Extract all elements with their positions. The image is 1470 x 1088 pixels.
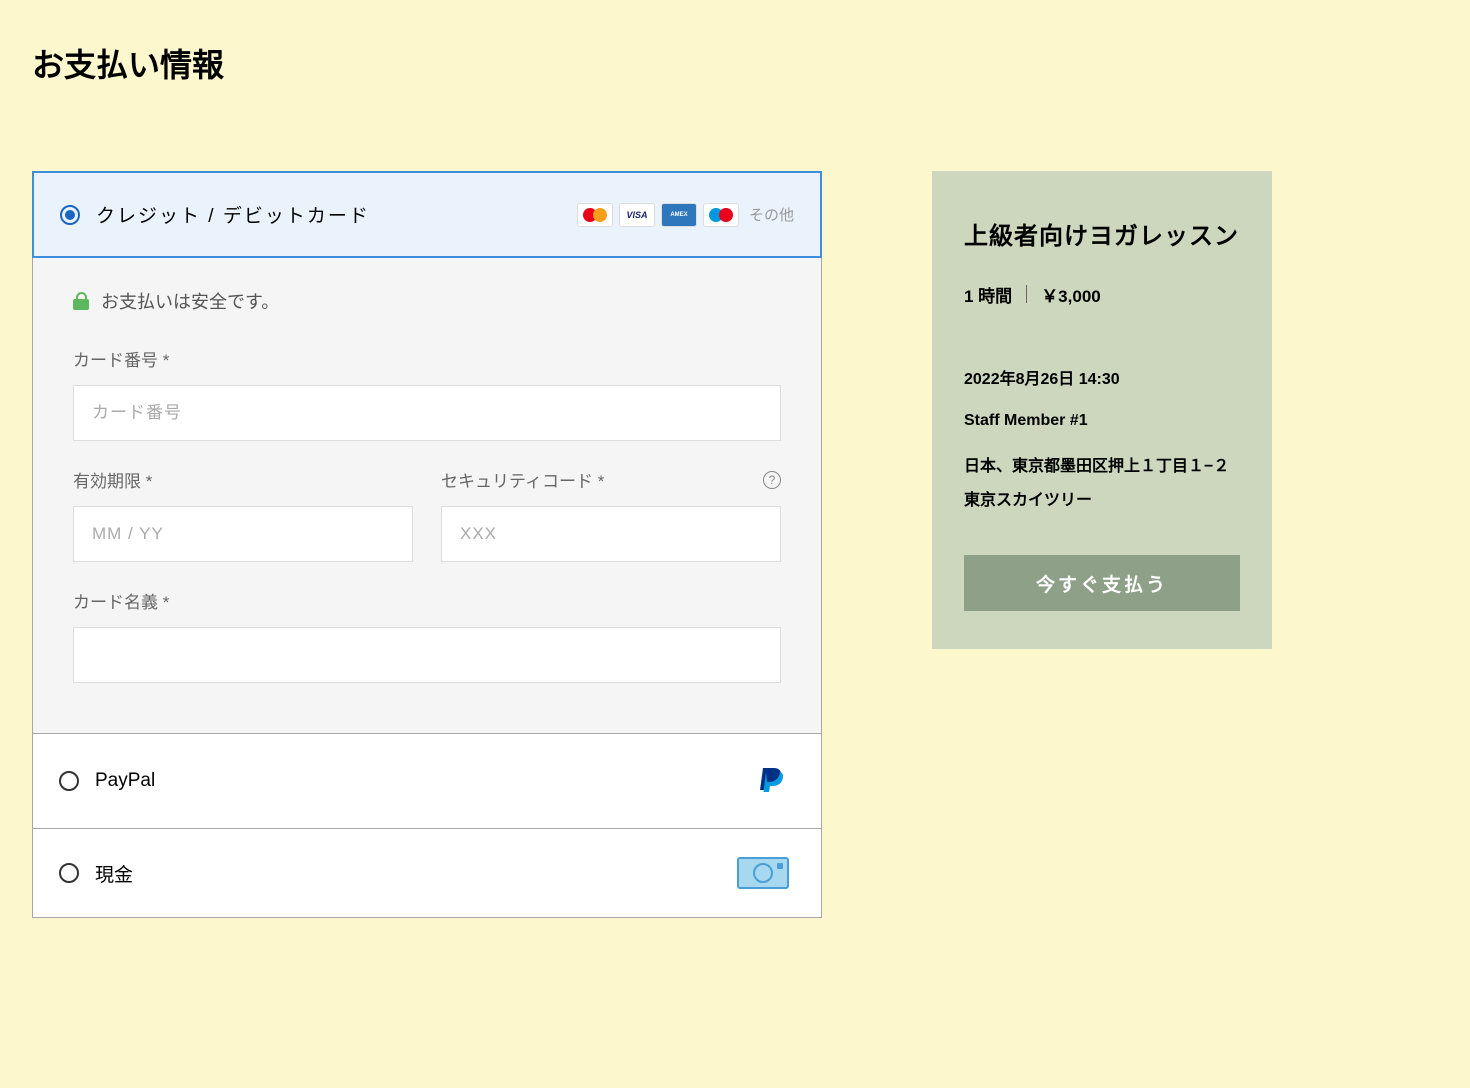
page-title: お支払い情報 <box>32 40 1438 86</box>
expiry-input[interactable] <box>73 506 413 562</box>
cvc-col: セキュリティコード * ? <box>441 467 781 588</box>
cash-radio-label: 現金 <box>59 860 133 887</box>
cash-icon <box>737 857 789 889</box>
credit-card-radio-label: クレジット / デビットカード <box>60 201 370 228</box>
mastercard-icon <box>577 203 613 227</box>
credit-card-label: クレジット / デビットカード <box>96 201 370 228</box>
summary-duration: 1 時間 <box>964 282 1012 307</box>
cvc-label-row: セキュリティコード * ? <box>441 467 781 492</box>
lock-icon <box>73 292 89 310</box>
payment-option-credit-card[interactable]: クレジット / デビットカード VISA AMEX その他 <box>32 171 822 258</box>
other-cards-label: その他 <box>749 204 794 225</box>
paypal-radio-label: PayPal <box>59 770 155 792</box>
credit-card-form: お支払いは安全です。 カード番号 * 有効期限 * セキュリティコード * ? <box>32 258 822 734</box>
order-summary-panel: 上級者向けヨガレッスン 1 時間 ￥3,000 2022年8月26日 14:30… <box>932 171 1272 649</box>
payment-option-cash[interactable]: 現金 <box>32 829 822 918</box>
credit-card-header[interactable]: クレジット / デビットカード VISA AMEX その他 <box>34 173 820 256</box>
paypal-radio[interactable] <box>59 771 79 791</box>
card-number-input[interactable] <box>73 385 781 441</box>
visa-icon: VISA <box>619 203 655 227</box>
card-brand-icons: VISA AMEX その他 <box>577 203 794 227</box>
summary-datetime: 2022年8月26日 14:30 <box>964 367 1240 393</box>
expiry-label: 有効期限 * <box>73 467 413 492</box>
summary-address: 日本、東京都墨田区押上１丁目１−２ 東京スカイツリー <box>964 450 1240 517</box>
amex-icon: AMEX <box>661 203 697 227</box>
paypal-icon <box>751 762 789 800</box>
main-container: クレジット / デビットカード VISA AMEX その他 お支払いは安全です。… <box>32 171 1438 918</box>
pay-now-button[interactable]: 今すぐ支払う <box>964 555 1240 611</box>
card-name-input[interactable] <box>73 627 781 683</box>
summary-meta: 1 時間 ￥3,000 <box>964 282 1240 307</box>
summary-divider <box>1026 285 1027 303</box>
paypal-header[interactable]: PayPal <box>33 734 821 828</box>
summary-staff: Staff Member #1 <box>964 408 1240 434</box>
expiry-cvc-row: 有効期限 * セキュリティコード * ? <box>73 467 781 588</box>
paypal-label: PayPal <box>95 770 155 792</box>
secure-text: お支払いは安全です。 <box>101 288 279 314</box>
cvc-label: セキュリティコード * <box>441 467 604 492</box>
secure-notice: お支払いは安全です。 <box>73 288 781 314</box>
cvc-help-icon[interactable]: ? <box>763 471 781 489</box>
payment-methods-panel: クレジット / デビットカード VISA AMEX その他 お支払いは安全です。… <box>32 171 822 918</box>
credit-card-radio[interactable] <box>60 205 80 225</box>
payment-option-paypal[interactable]: PayPal <box>32 734 822 829</box>
summary-service-title: 上級者向けヨガレッスン <box>964 217 1240 258</box>
maestro-icon <box>703 203 739 227</box>
cvc-input[interactable] <box>441 506 781 562</box>
card-number-label: カード番号 * <box>73 346 781 371</box>
card-name-label: カード名義 * <box>73 588 781 613</box>
expiry-col: 有効期限 * <box>73 467 413 588</box>
cash-header[interactable]: 現金 <box>33 829 821 917</box>
summary-price: ￥3,000 <box>1041 282 1101 307</box>
cash-label: 現金 <box>95 860 133 887</box>
cash-radio[interactable] <box>59 863 79 883</box>
